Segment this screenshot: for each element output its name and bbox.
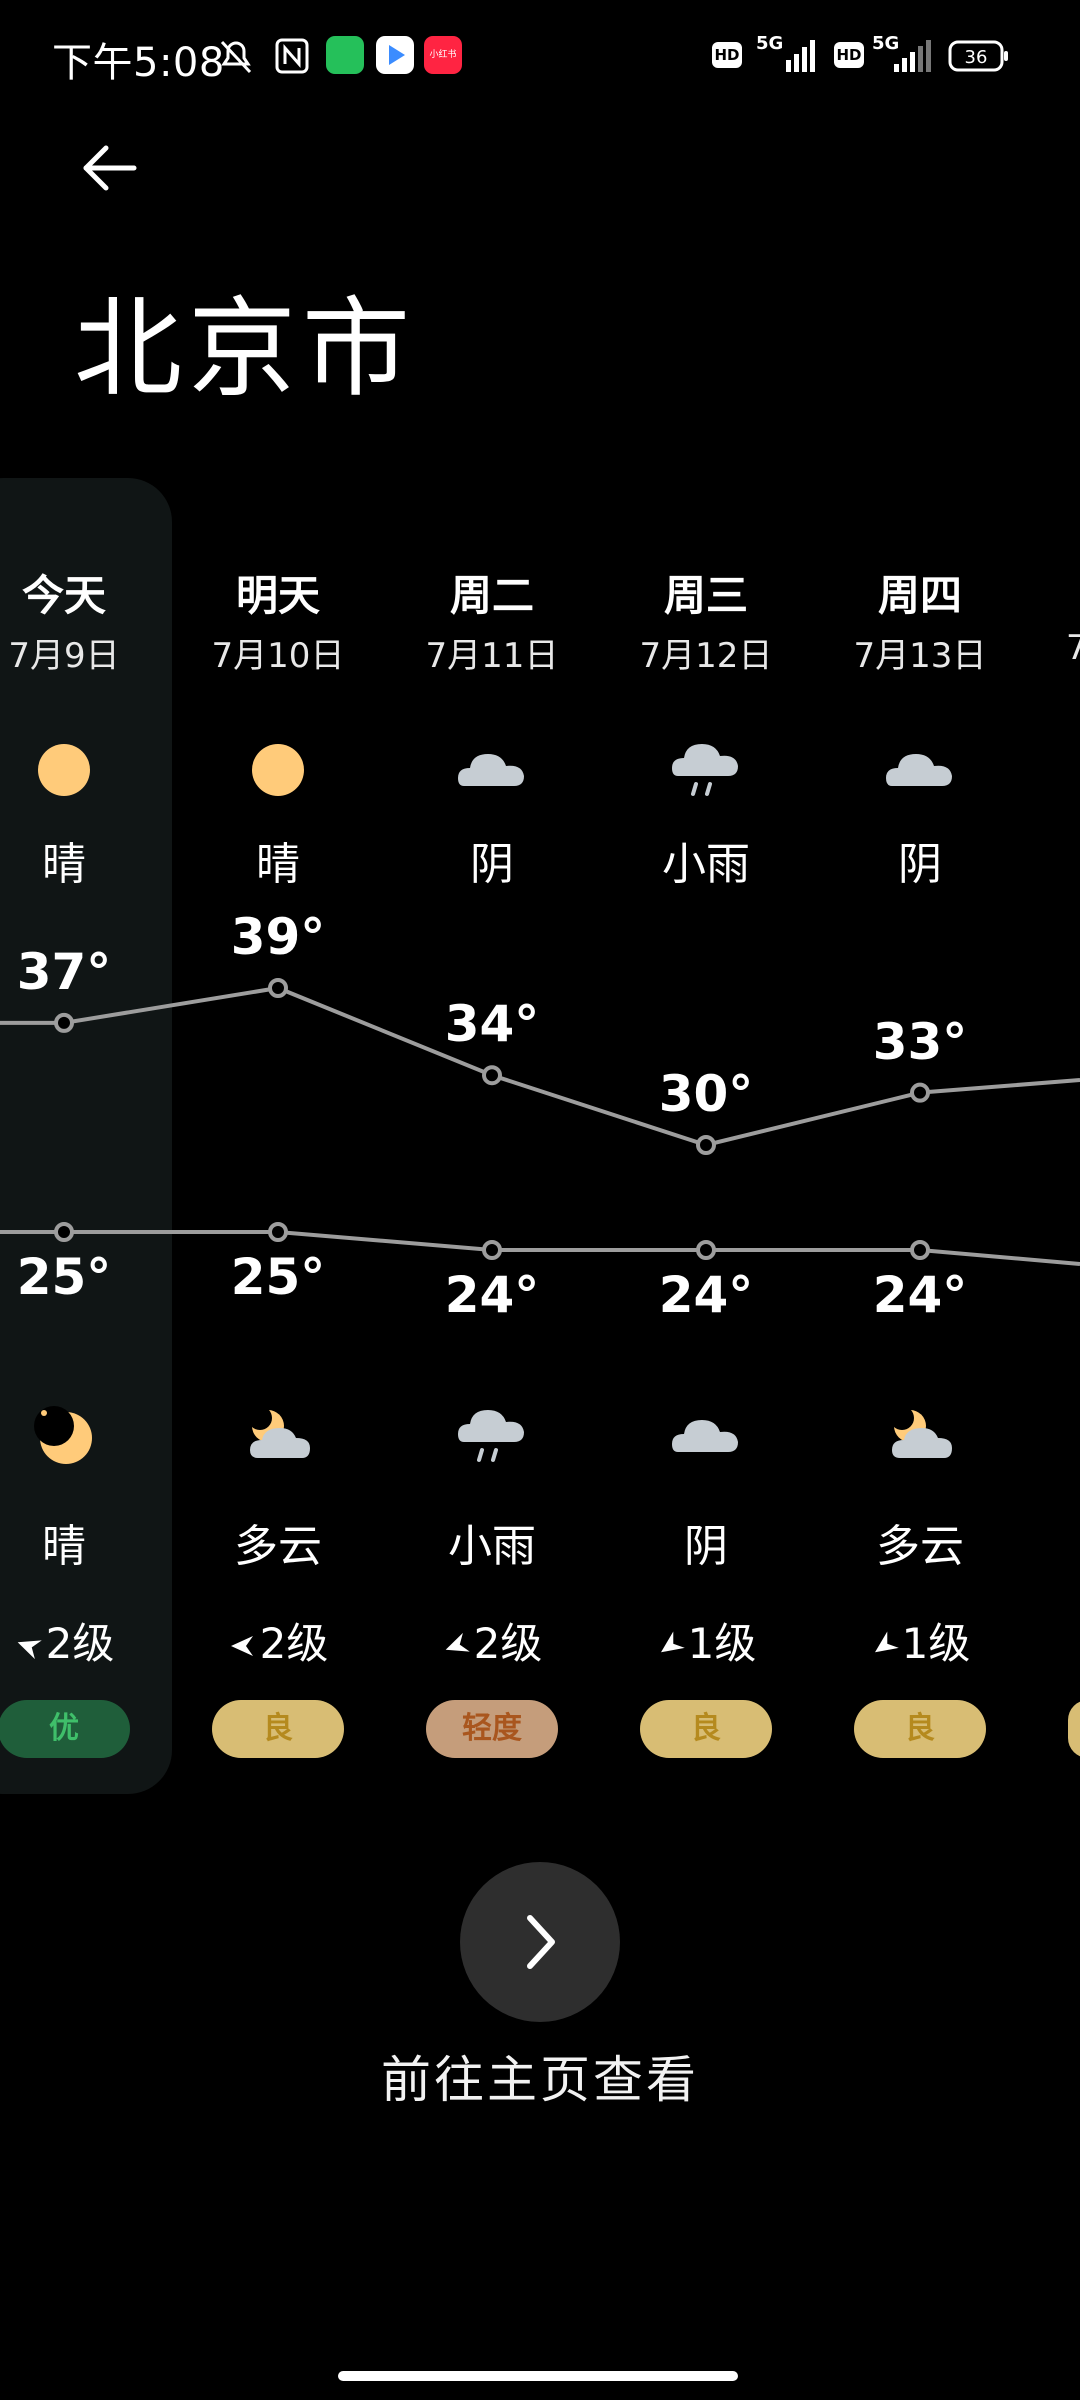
chevron-right-icon (527, 1915, 555, 1969)
go-home-label: 前往主页查看 (381, 2051, 699, 2109)
high-temp-point-3 (696, 1135, 716, 1155)
low-temp-point-0 (54, 1222, 74, 1242)
low-temp-point-2 (482, 1240, 502, 1260)
low-temp-point-4 (910, 1240, 930, 1260)
high-temp-line (0, 985, 1080, 1148)
high-temp-point-0 (54, 1012, 74, 1033)
high-temp-point-2 (482, 1065, 502, 1086)
low-temp-point-1 (268, 1222, 288, 1242)
home-indicator[interactable] (338, 2371, 738, 2381)
go-home-button[interactable] (460, 1862, 620, 2022)
high-temp-point-1 (268, 978, 288, 998)
high-temp-point-4 (910, 1082, 930, 1103)
low-temp-point-3 (696, 1240, 716, 1260)
